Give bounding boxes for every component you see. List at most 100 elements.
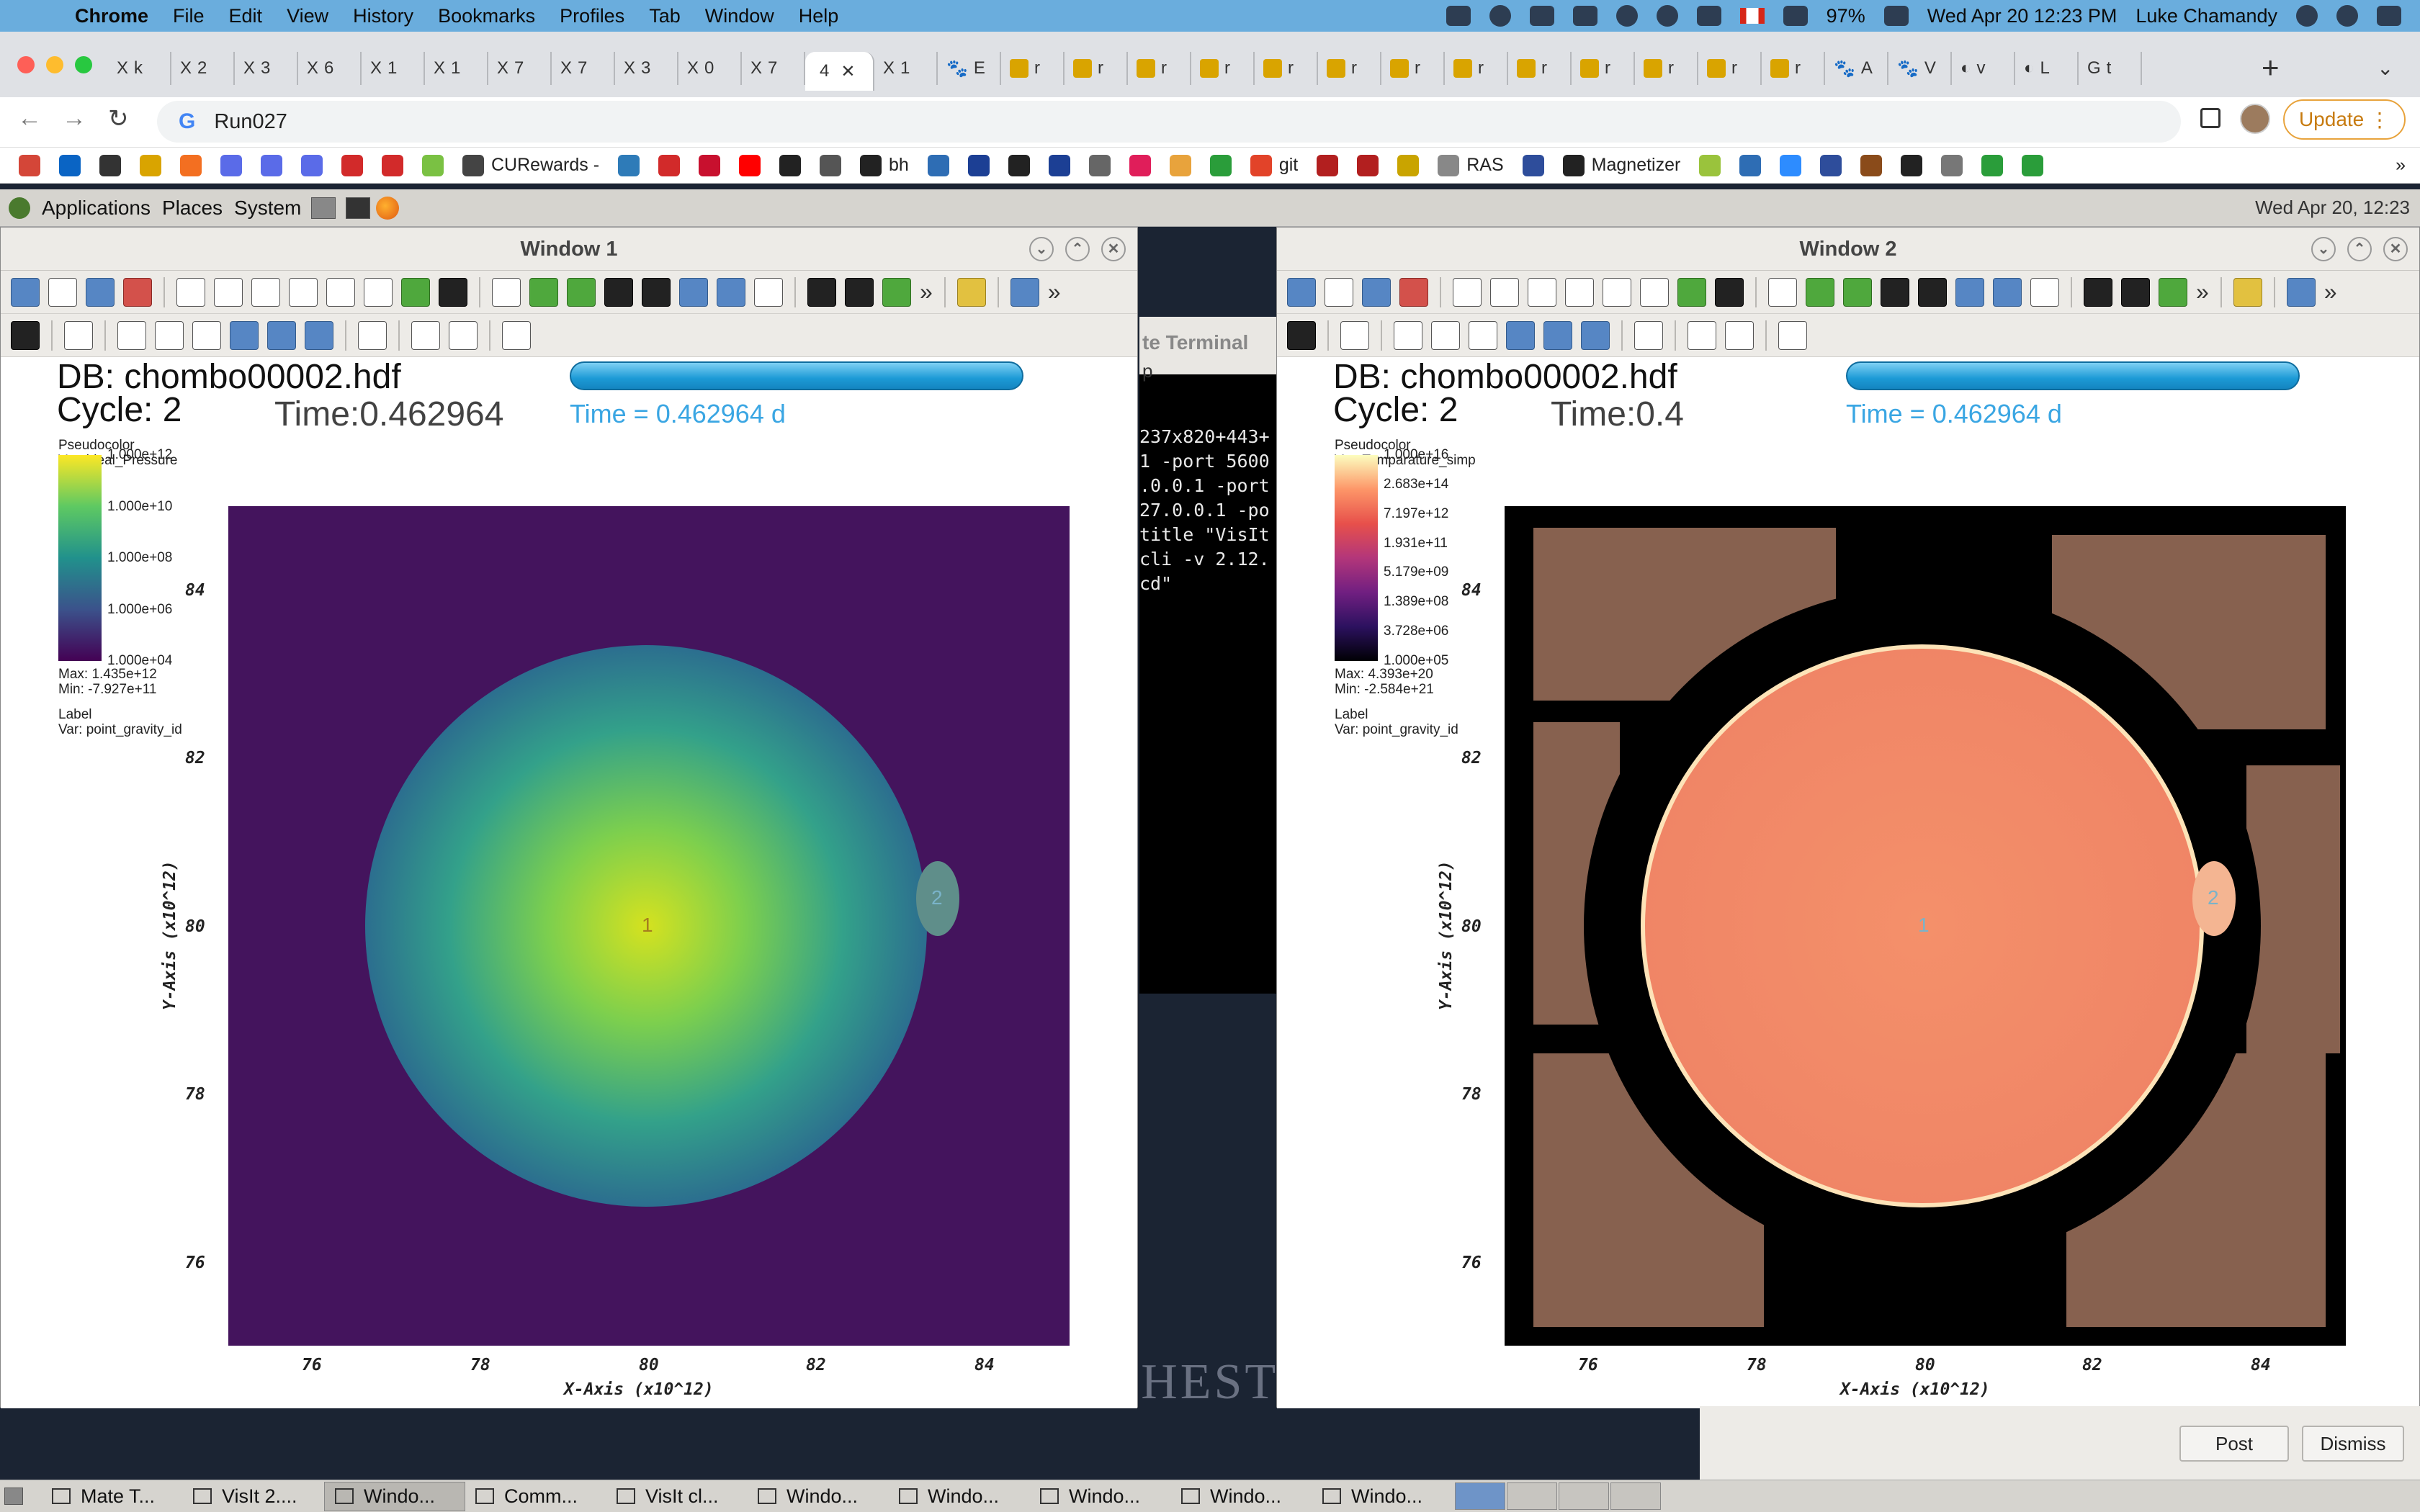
bluetooth-icon[interactable] [1656,5,1678,27]
toolbar-tool-icon[interactable] [401,277,430,307]
toolbar-tool-icon[interactable] [1431,320,1460,350]
post-button[interactable]: Post [2179,1426,2289,1462]
bookmark-item[interactable] [967,154,990,176]
toolbar-tool-icon[interactable] [1993,277,2022,307]
bookmark-item[interactable] [140,154,161,176]
bookmark-item[interactable]: CURewards - [462,154,599,176]
bookmark-item[interactable] [382,154,403,176]
time-slider-bar[interactable] [1846,361,2300,390]
siri-icon[interactable] [2336,5,2358,27]
address-bar[interactable]: G Run027 [157,101,2181,143]
toolbar-tool-icon[interactable] [1603,277,1631,307]
toolbar-tool-icon[interactable] [1340,320,1369,350]
browser-tab[interactable]: X6 [298,52,362,85]
toolbar-tool-icon[interactable] [2121,277,2150,307]
browser-tab[interactable]: r [1572,52,1635,85]
skype-icon[interactable] [1489,5,1511,27]
menu-profiles[interactable]: Profiles [560,5,624,27]
toolbar-tool-icon[interactable] [449,320,478,350]
browser-tab[interactable]: X1 [874,52,938,85]
taskbar-item[interactable]: Mate T... [42,1482,183,1511]
taskbar-item[interactable]: VisIt 2.... [183,1482,324,1511]
visit-plot-area[interactable]: DB: chombo00002.hdf Cycle: 2 Pseudocolor Va… [1,357,1137,1408]
toolbar-tool-icon[interactable] [2159,277,2187,307]
input-source-flag-icon[interactable] [1739,8,1765,24]
glasses-icon[interactable] [1572,6,1597,26]
window-minimize-button[interactable] [46,56,63,73]
browser-tab[interactable]: r [1445,52,1508,85]
terminal-window[interactable]: 237x820+443+ 1 -port 5600 .0.0.1 -port 27.0… [1139,317,1276,994]
bookmark-item[interactable] [820,154,842,176]
workspace-switcher-cell[interactable] [1559,1482,1609,1510]
taskbar-item[interactable]: Comm... [465,1482,606,1511]
volume-icon[interactable] [1783,6,1808,26]
browser-tab[interactable]: r [1065,52,1128,85]
bookmark-item[interactable] [1048,154,1070,176]
toolbar-tool-icon[interactable] [155,320,184,350]
toolbar-tool-icon[interactable] [11,277,40,307]
maximize-icon[interactable]: ⌃ [1065,237,1090,261]
toolbar-tool-icon[interactable] [1394,320,1422,350]
toolbar-overflow-icon[interactable]: » [1048,279,1061,305]
spotlight-search-icon[interactable] [2296,5,2318,27]
bookmark-item[interactable] [1981,154,2004,176]
taskbar-item[interactable]: Windo... [889,1482,1030,1511]
toolbar-tool-icon[interactable] [214,277,243,307]
toolbar-tool-icon[interactable] [567,277,596,307]
minimize-icon[interactable]: ⌄ [1029,237,1054,261]
new-tab-button[interactable]: + [2262,50,2280,85]
menu-help[interactable]: Help [799,5,839,27]
toolbar-overflow-icon[interactable]: » [2324,279,2337,305]
browser-tab[interactable]: r [1635,52,1698,85]
bookmark-item[interactable]: RAS [1438,154,1504,176]
bookmark-item[interactable]: bh [860,154,909,176]
toolbar-tool-icon[interactable] [289,277,318,307]
taskbar-item[interactable]: Windo... [324,1481,465,1511]
browser-tab[interactable]: r [1698,52,1762,85]
toolbar-tool-icon[interactable] [1565,277,1594,307]
toolbar-tool-icon[interactable] [1287,277,1316,307]
pseudocolor-plot[interactable]: 12 [228,506,1070,1346]
toolbar-tool-icon[interactable] [192,320,221,350]
gnome-clock[interactable]: Wed Apr 20, 12:23 [2255,197,2410,219]
bookmark-item[interactable] [1209,154,1232,176]
visit-window-titlebar[interactable]: Window 1 ⌄ ⌃ ✕ [1,228,1137,271]
menu-window[interactable]: Window [705,5,774,27]
tab-search-chevron-icon[interactable]: ⌄ [2377,56,2393,80]
menu-system[interactable]: System [234,197,301,220]
menubar-user[interactable]: Luke Chamandy [2136,5,2277,27]
toolbar-tool-icon[interactable] [1688,320,1716,350]
bookmark-item[interactable] [1357,154,1379,176]
menu-file[interactable]: File [173,5,205,27]
toolbar-tool-icon[interactable] [1715,277,1744,307]
toolbar-tool-icon[interactable] [502,320,531,350]
menubar-clock[interactable]: Wed Apr 20 12:23 PM [1927,5,2118,27]
bookmark-item[interactable] [180,154,202,176]
toolbar-tool-icon[interactable] [1399,277,1428,307]
menu-view[interactable]: View [287,5,328,27]
control-center-icon[interactable] [2377,6,2401,26]
firefox-launcher-icon[interactable] [376,196,400,220]
taskbar-item[interactable]: Windo... [748,1482,889,1511]
browser-tab[interactable]: r [1381,52,1445,85]
terminal-launcher-icon[interactable] [311,197,336,219]
toolbar-tool-icon[interactable] [2084,277,2112,307]
dropbox-icon[interactable] [1446,6,1471,26]
bookmark-item[interactable] [1820,154,1842,176]
bookmark-item[interactable] [1739,154,1762,176]
toolbar-tool-icon[interactable] [1581,320,1610,350]
toolbar-tool-icon[interactable] [492,277,521,307]
workspace-switcher-cell[interactable] [1507,1482,1557,1510]
toolbar-tool-icon[interactable] [2286,277,2316,307]
toolbar-tool-icon[interactable] [1640,277,1669,307]
browser-tab[interactable]: X0 [678,52,742,85]
toolbar-tool-icon[interactable] [1490,277,1519,307]
visit-window-titlebar[interactable]: Window 2 ⌄ ⌃ ✕ [1277,228,2419,271]
bookmark-item[interactable] [341,154,363,176]
bookmark-item[interactable] [1397,154,1420,176]
browser-tab[interactable]: X3 [235,52,298,85]
cloud-icon[interactable] [1529,6,1554,26]
bookmark-item[interactable] [1129,154,1151,176]
browser-tab[interactable]: ◐ v [1952,52,2015,85]
browser-tab[interactable]: r [1128,52,1191,85]
